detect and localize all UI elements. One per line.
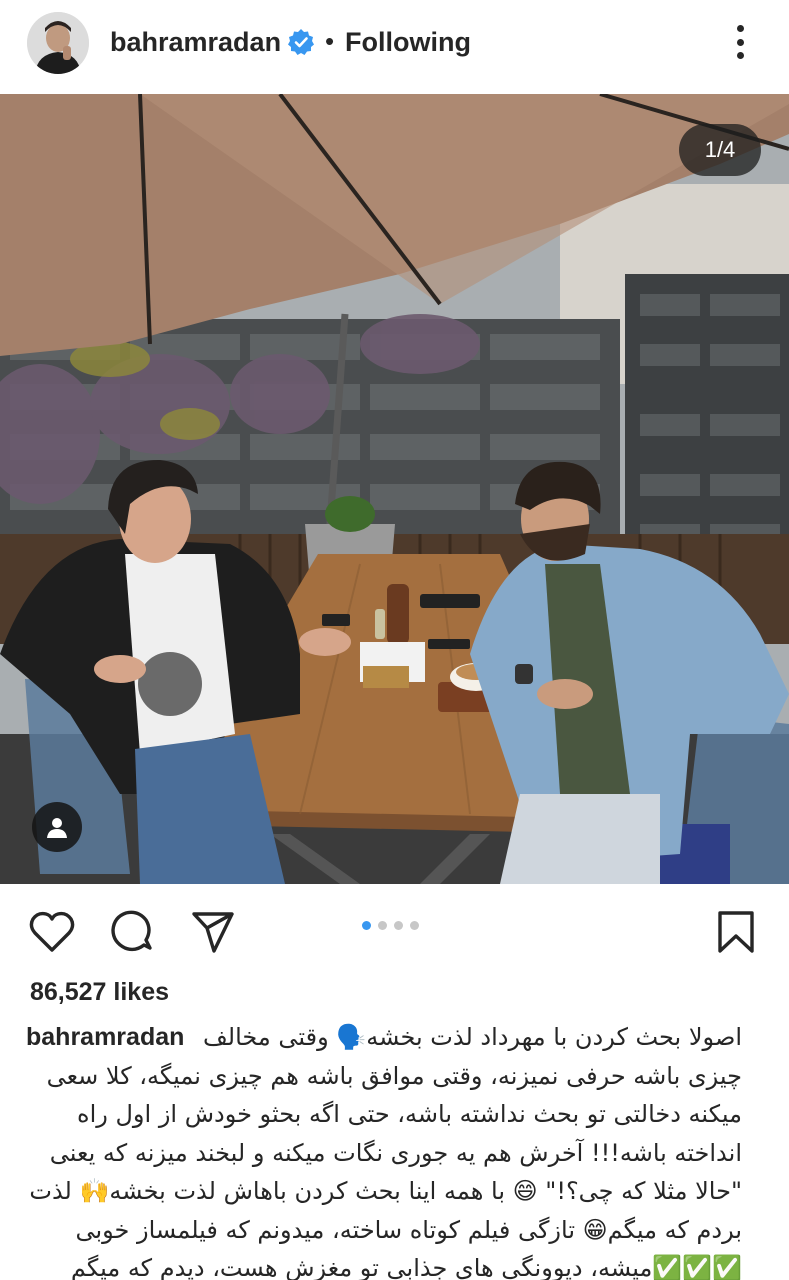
caption-line: انداخته باشه!!! آخرش هم یه جوری نگات میک…	[49, 1138, 742, 1167]
post-username[interactable]: bahramradan	[110, 27, 281, 58]
avatar[interactable]	[27, 12, 89, 74]
caption-line: میکنه دخالتی تو بحث نداشته باشه، حتی اگه…	[77, 1100, 742, 1128]
carousel-indicator	[362, 921, 419, 930]
caption-username[interactable]: bahramradan	[26, 1018, 184, 1057]
caption-line: چیزی باشه حرفی نمیزنه، وقتی موافق باشه ه…	[46, 1061, 742, 1090]
caption-line: اصولا بحث کردن با مهرداد لذت بخشه🗣️ وقتی…	[202, 1023, 742, 1051]
following-button[interactable]: Following	[345, 27, 471, 58]
bookmark-icon[interactable]	[712, 908, 760, 956]
comment-icon[interactable]	[108, 908, 156, 956]
carousel-dot	[410, 921, 419, 930]
more-options-icon[interactable]	[728, 22, 752, 62]
caption-line: "حالا مثلا که چی؟!" 😄 با همه اینا بحث کر…	[29, 1177, 742, 1205]
caption-line: بردم که میگم😁 تازگی فیلم کوتاه ساخته، می…	[75, 1215, 742, 1244]
action-bar	[0, 890, 789, 970]
share-icon[interactable]	[189, 908, 237, 956]
header-separator: •	[325, 26, 335, 56]
user-tag-icon[interactable]	[32, 802, 82, 852]
carousel-dot	[394, 921, 403, 930]
post-header: bahramradan • Following	[0, 0, 789, 88]
carousel-dot	[362, 921, 371, 930]
heart-icon[interactable]	[28, 908, 76, 956]
image-counter: 1/4	[679, 124, 761, 176]
post-photo[interactable]	[0, 94, 789, 884]
verified-badge-icon	[287, 28, 315, 56]
carousel-dot	[378, 921, 387, 930]
post-caption: bahramradan اصولا بحث کردن با مهرداد لذت…	[26, 1018, 742, 1280]
likes-count[interactable]: 86,527 likes	[30, 978, 169, 1007]
caption-line: ✅✅✅میشه، دیوونگی های جذابی تو مغزش هست، …	[70, 1254, 742, 1280]
